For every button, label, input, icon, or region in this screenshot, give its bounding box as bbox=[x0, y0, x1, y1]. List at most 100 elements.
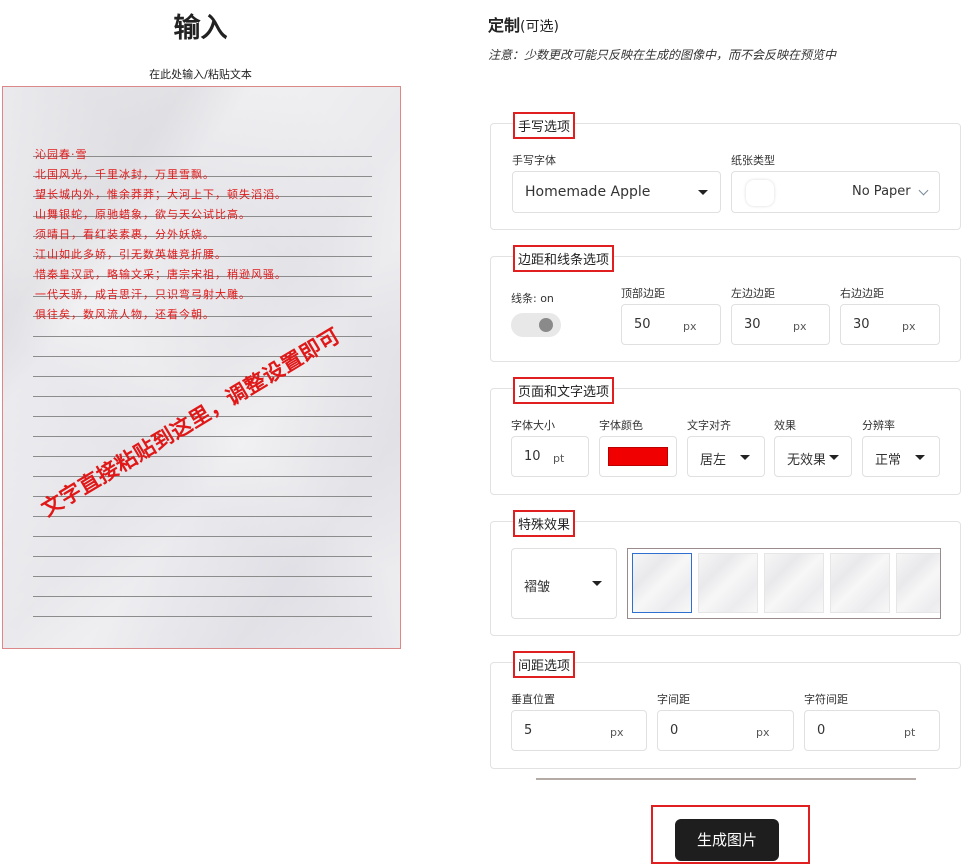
poem-line: 一代天骄，成吉思汗，只识弯弓射大雕。 bbox=[35, 288, 251, 301]
resolution-value: 正常 bbox=[875, 453, 902, 468]
right-margin-value: 30 bbox=[853, 317, 870, 332]
handwriting-options-panel: 手写选项 手写字体 Homemade Apple 纸张类型 No Paper bbox=[490, 112, 961, 230]
generate-highlight: 生成图片 bbox=[651, 805, 810, 864]
texture-thumb-1[interactable] bbox=[632, 553, 692, 613]
page-text-options-legend: 页面和文字选项 bbox=[513, 377, 615, 404]
font-color-label: 字体颜色 bbox=[599, 419, 643, 432]
font-size-input[interactable]: 10 pt bbox=[511, 436, 589, 477]
paper-type-value: No Paper bbox=[852, 184, 911, 199]
toggle-knob bbox=[539, 318, 553, 332]
paper-type-select[interactable]: No Paper bbox=[731, 171, 940, 213]
special-effects-legend: 特殊效果 bbox=[513, 510, 576, 537]
texture-thumb-5[interactable] bbox=[896, 553, 940, 613]
font-color-picker[interactable] bbox=[599, 436, 677, 477]
text-align-select[interactable]: 居左 bbox=[687, 436, 765, 477]
word-spacing-input[interactable]: 0 pt bbox=[804, 710, 940, 751]
texture-gallery[interactable] bbox=[627, 548, 941, 619]
left-margin-label: 左边边距 bbox=[731, 287, 775, 300]
ruled-line bbox=[33, 537, 372, 557]
input-hint: 在此处输入/粘贴文本 bbox=[149, 68, 252, 81]
right-margin-unit: px bbox=[902, 320, 916, 333]
customize-title-text: 定制 bbox=[488, 16, 521, 35]
ruled-line bbox=[33, 597, 372, 617]
generate-image-button[interactable]: 生成图片 bbox=[675, 819, 779, 861]
special-effects-panel: 特殊效果 褶皱 bbox=[490, 510, 961, 636]
lines-toggle[interactable] bbox=[511, 313, 561, 337]
paper-label: 纸张类型 bbox=[731, 154, 775, 167]
effect-value: 无效果 bbox=[787, 453, 825, 468]
resolution-select[interactable]: 正常 bbox=[862, 436, 940, 477]
font-size-unit: pt bbox=[553, 452, 565, 465]
top-margin-input[interactable]: 50 px bbox=[621, 304, 721, 345]
letter-spacing-unit: px bbox=[756, 726, 770, 739]
poem-text: 沁园春·雪 北国风光，千里冰封，万里雪飘。 望长城内外，惟余莽莽；大河上下，顿失… bbox=[35, 142, 374, 322]
poem-line: 望长城内外，惟余莽莽；大河上下，顿失滔滔。 bbox=[35, 188, 287, 201]
text-input-paper[interactable]: 沁园春·雪 北国风光，千里冰封，万里雪飘。 望长城内外，惟余莽莽；大河上下，顿失… bbox=[2, 86, 401, 649]
page-text-options-panel: 页面和文字选项 字体大小 10 pt 字体颜色 文字对齐 居左 效果 无效果 分… bbox=[490, 377, 961, 495]
lines-label: 线条: on bbox=[511, 292, 554, 305]
chevron-down-icon bbox=[829, 455, 839, 460]
ruled-line bbox=[33, 517, 372, 537]
chevron-down-icon bbox=[918, 185, 929, 196]
ruled-line bbox=[33, 377, 372, 397]
top-margin-unit: px bbox=[683, 320, 697, 333]
ruled-line bbox=[33, 557, 372, 577]
top-margin-value: 50 bbox=[634, 317, 651, 332]
poem-line: 北国风光，千里冰封，万里雪飘。 bbox=[35, 168, 215, 181]
special-effect-value: 褶皱 bbox=[524, 580, 551, 595]
ruled-line bbox=[33, 577, 372, 597]
text-align-value: 居左 bbox=[700, 453, 727, 468]
chevron-down-icon bbox=[915, 455, 925, 460]
vertical-position-input[interactable]: 5 px bbox=[511, 710, 647, 751]
texture-thumb-4[interactable] bbox=[830, 553, 890, 613]
customize-title: 定制(可选) bbox=[488, 12, 559, 36]
margin-options-panel: 边距和线条选项 线条: on 顶部边距 50 px 左边边距 30 px 右边边… bbox=[490, 245, 961, 362]
texture-thumb-2[interactable] bbox=[698, 553, 758, 613]
poem-line: 须晴日，看红装素裹，分外妖娆。 bbox=[35, 228, 215, 241]
word-spacing-unit: pt bbox=[904, 726, 916, 739]
special-effect-select[interactable]: 褶皱 bbox=[511, 548, 617, 619]
handwriting-font-value: Homemade Apple bbox=[525, 184, 651, 200]
handwriting-font-select[interactable]: Homemade Apple bbox=[512, 171, 721, 213]
poem-line: 惜秦皇汉武，略输文采；唐宗宋祖，稍逊风骚。 bbox=[35, 268, 287, 281]
effect-label: 效果 bbox=[774, 419, 796, 432]
margin-options-legend: 边距和线条选项 bbox=[513, 245, 615, 272]
resolution-label: 分辨率 bbox=[862, 419, 895, 432]
right-margin-label: 右边边距 bbox=[840, 287, 884, 300]
text-align-label: 文字对齐 bbox=[687, 419, 731, 432]
font-size-label: 字体大小 bbox=[511, 419, 555, 432]
effect-select[interactable]: 无效果 bbox=[774, 436, 852, 477]
letter-spacing-label: 字间距 bbox=[657, 693, 690, 706]
texture-thumb-3[interactable] bbox=[764, 553, 824, 613]
poem-line: 山舞银蛇，原驰蜡象，欲与天公试比高。 bbox=[35, 208, 251, 221]
poem-line: 江山如此多娇，引无数英雄竞折腰。 bbox=[35, 248, 227, 261]
chevron-down-icon bbox=[740, 455, 750, 460]
vertical-position-unit: px bbox=[610, 726, 624, 739]
font-size-value: 10 bbox=[524, 449, 541, 464]
left-margin-unit: px bbox=[793, 320, 807, 333]
divider bbox=[536, 778, 916, 780]
paper-swatch-icon bbox=[746, 180, 774, 206]
input-title: 输入 bbox=[173, 13, 228, 44]
font-color-swatch bbox=[608, 447, 668, 466]
spacing-options-panel: 间距选项 垂直位置 5 px 字间距 0 px 字符间距 0 pt bbox=[490, 651, 961, 769]
customize-title-optional: (可选) bbox=[520, 19, 559, 35]
word-spacing-label: 字符间距 bbox=[804, 693, 848, 706]
poem-line: 俱往矣，数风流人物，还看今朝。 bbox=[35, 308, 215, 321]
font-label: 手写字体 bbox=[512, 154, 556, 167]
left-margin-input[interactable]: 30 px bbox=[731, 304, 830, 345]
vertical-position-value: 5 bbox=[524, 723, 533, 738]
spacing-options-legend: 间距选项 bbox=[513, 651, 576, 678]
letter-spacing-value: 0 bbox=[670, 723, 679, 738]
handwriting-options-legend: 手写选项 bbox=[513, 112, 576, 139]
chevron-down-icon bbox=[592, 581, 602, 586]
left-margin-value: 30 bbox=[744, 317, 761, 332]
chevron-down-icon bbox=[698, 190, 708, 195]
right-margin-input[interactable]: 30 px bbox=[840, 304, 940, 345]
vertical-position-label: 垂直位置 bbox=[511, 693, 555, 706]
top-margin-label: 顶部边距 bbox=[621, 287, 665, 300]
customize-note: 注意：少数更改可能只反映在生成的图像中，而不会反映在预览中 bbox=[488, 48, 837, 62]
letter-spacing-input[interactable]: 0 px bbox=[657, 710, 794, 751]
ruled-line bbox=[33, 437, 372, 457]
word-spacing-value: 0 bbox=[817, 723, 826, 738]
